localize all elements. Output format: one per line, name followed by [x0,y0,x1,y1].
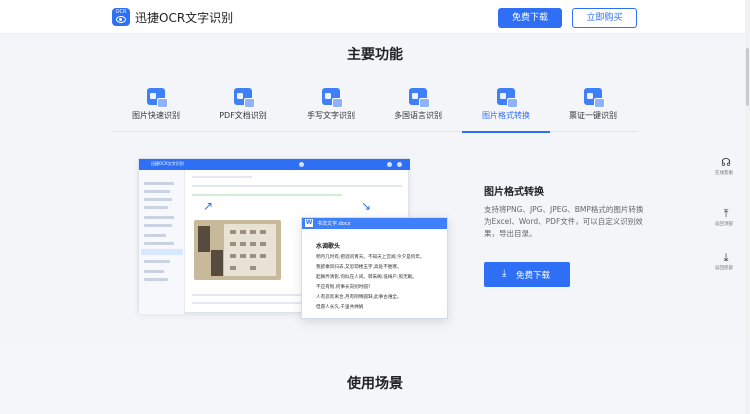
curved-arrow-icon: ↘ [361,199,372,213]
calligraphy-glyph [260,254,266,258]
docx-titlebar: W 书法文字.docx [302,218,447,229]
calligraphy-glyph [230,230,236,234]
arrow-up-icon: ⤒ [723,207,729,220]
calligraphy-stroke [198,226,210,252]
docx-line: 我欲乘风归去,又恐琼楼玉宇,高处不胜寒。 [316,265,402,270]
usage-title: 使用场景 [347,376,403,392]
mockup-side-item [144,206,168,209]
docx-line: 人有悲欢离合,月有阴晴圆缺,此事古难全。 [316,295,402,300]
calligraphy-glyph [240,230,246,234]
image-ocr-icon [147,88,168,108]
calligraphy-glyph [250,242,256,246]
mockup-side-item [144,260,170,263]
tab-multi-language[interactable]: 多国语言识别 [374,86,462,132]
mockup-side-item [144,216,174,219]
calligraphy-glyph [250,254,256,258]
docx-filename: 书法文字.docx [317,221,351,227]
docx-line: 明月几时有,把酒问青天。不知天上宫阙,今夕是何年。 [316,255,425,260]
features-title: 主要功能 [347,47,403,63]
mockup-close-icon [397,162,402,167]
mockup-side-item [144,234,166,237]
calligraphy-glyph [230,242,236,246]
mockup-avatar-icon [299,162,304,167]
feature-title: 图片格式转换 [484,187,544,198]
mockup-sidebar [139,170,185,314]
headset-icon: ☊ [721,156,731,169]
curved-arrow-icon: ↗ [203,199,214,213]
float-back-to-bottom[interactable]: ⤓ 返回底部 [714,251,738,272]
mockup-table-row [192,194,342,196]
docx-line: 起舞弄清影,何似在人间。转朱阁,低绮户,照无眠。 [316,275,417,280]
mockup-side-item-selected [141,249,183,255]
mockup-side-item [144,270,164,273]
mockup-side-item [144,198,172,201]
tab-label: 手写文字识别 [307,111,355,120]
calligraphy-glyph [240,242,246,246]
scrollbar-thumb[interactable] [746,48,749,106]
float-label: 返回顶部 [715,222,733,227]
word-icon: W [305,219,313,227]
pdf-ocr-icon [234,88,255,108]
header-buy-now-button[interactable]: 立即购买 [572,8,637,28]
mockup-app-title: 迅捷OCR文字识别 [151,161,184,166]
feature-description: 支持将PNG、JPG、JPEG、BMP格式的图片转换为Excel、Word、PD… [484,205,644,238]
ocr-logo-icon[interactable]: OCR [112,8,130,26]
mockup-side-item [144,182,174,185]
tab-handwriting-ocr[interactable]: 手写文字识别 [287,86,375,132]
docx-poem-title: 水调歌头 [316,243,341,250]
mockup-table-header [192,185,402,187]
mockup-side-item [144,190,170,193]
calligraphy-glyph [230,266,236,270]
mockup-titlebar: 迅捷OCR文字识别 [139,159,410,170]
mockup-side-item [144,278,168,281]
tab-image-convert[interactable]: 图片格式转换 [462,86,550,133]
mockup-side-item [144,242,174,245]
brand-name[interactable]: 迅捷OCR文字识别 [135,9,233,26]
eye-icon [116,16,126,23]
download-icon: ⤓ [502,268,507,279]
tab-label: PDF文档识别 [219,111,267,120]
docx-line: 但愿人长久,千里共婵娟 [316,305,364,310]
mockup-toolbar [192,176,252,178]
docx-line: 不应有恨,何事长向别时圆? [316,285,371,290]
tab-pdf-ocr[interactable]: PDF文档识别 [199,86,287,132]
calligraphy-stroke [211,250,223,276]
tab-label: 多国语言识别 [394,111,442,120]
calligraphy-glyph [240,254,246,258]
tab-image-ocr[interactable]: 图片快速识别 [112,86,200,132]
feature-free-download-button[interactable]: ⤓ 免费下载 [484,262,570,287]
float-label: 在线客服 [715,171,733,176]
image-convert-icon [497,88,518,108]
float-label: 返回底部 [715,266,733,271]
calligraphy-photo [194,220,281,280]
feature-tabs: 图片快速识别 PDF文档识别 手写文字识别 多国语言识别 图片格式转换 票证一键… [112,86,638,133]
tab-label: 图片格式转换 [482,111,530,120]
calligraphy-glyph [260,242,266,246]
mockup-min-icon [387,162,392,167]
top-header: OCR 迅捷OCR文字识别 免费下载 立即购买 [0,0,750,34]
handwriting-icon [322,88,343,108]
download-icon: ⤓ [723,251,729,264]
calligraphy-glyph [250,230,256,234]
tab-label: 票证一键识别 [569,111,617,120]
tab-ticket-ocr[interactable]: 票证一键识别 [549,86,637,132]
calligraphy-glyph [230,254,236,258]
docx-preview: W 书法文字.docx 水调歌头 明月几时有,把酒问青天。不知天上宫阙,今夕是何… [301,217,448,319]
calligraphy-glyph [260,230,266,234]
float-customer-service[interactable]: ☊ 在线客服 [714,156,738,177]
calligraphy-glyph [250,266,256,270]
tab-label: 图片快速识别 [132,111,180,120]
float-back-to-top[interactable]: ⤒ 返回顶部 [714,207,738,228]
ticket-ocr-icon [584,88,605,108]
logo-text: OCR [115,9,127,15]
mockup-side-item [144,224,172,227]
button-label: 免费下载 [516,271,551,281]
header-free-download-button[interactable]: 免费下载 [498,8,562,28]
globe-language-icon [409,88,430,108]
